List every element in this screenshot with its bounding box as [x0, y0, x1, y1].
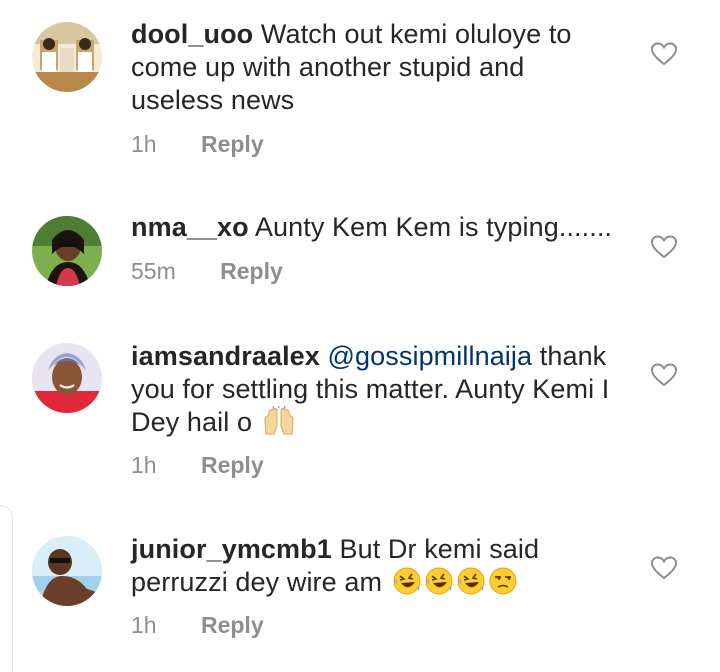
- comment-text: junior_ymcmb1 But Dr kemi said perruzzi …: [131, 533, 611, 604]
- comment-time: 1h: [131, 131, 157, 157]
- comment-time: 1h: [131, 612, 157, 638]
- comment-meta: 55m Reply: [131, 258, 283, 285]
- rolling-on-floor-laughing-emoji: [456, 566, 486, 604]
- heart-outline-icon[interactable]: [651, 42, 677, 66]
- avatar[interactable]: [32, 216, 102, 286]
- comment-text: nma__xo Aunty Kem Kem is typing.......: [131, 211, 613, 244]
- avatar[interactable]: [32, 536, 102, 606]
- comment-meta: 1h Reply: [131, 131, 264, 158]
- reply-button[interactable]: Reply: [201, 612, 264, 638]
- heart-outline-icon[interactable]: [651, 556, 677, 580]
- reply-button[interactable]: Reply: [220, 258, 283, 284]
- comment-username[interactable]: dool_uoo: [131, 19, 253, 49]
- comment-meta: 1h Reply: [131, 612, 264, 639]
- comment-meta: 1h Reply: [131, 452, 264, 479]
- avatar[interactable]: [32, 22, 102, 92]
- comment-time: 55m: [131, 258, 176, 284]
- rolling-on-floor-laughing-emoji: [424, 566, 454, 604]
- comment-text: iamsandraalex @gossipmillnaija thank you…: [131, 340, 611, 444]
- comment-time: 1h: [131, 452, 157, 478]
- raising-hands-emoji: [262, 405, 296, 444]
- unamused-face-emoji: [488, 566, 518, 604]
- avatar[interactable]: [32, 343, 102, 413]
- comment-username[interactable]: junior_ymcmb1: [131, 534, 332, 564]
- rolling-on-floor-laughing-emoji: [392, 566, 422, 604]
- reply-button[interactable]: Reply: [201, 131, 264, 157]
- heart-outline-icon[interactable]: [651, 235, 677, 259]
- comment-body: Aunty Kem Kem is typing.......: [254, 212, 613, 242]
- mention-link[interactable]: @gossipmillnaija: [328, 341, 533, 371]
- comment-username[interactable]: nma__xo: [131, 212, 249, 242]
- heart-outline-icon[interactable]: [651, 363, 677, 387]
- reply-button[interactable]: Reply: [201, 452, 264, 478]
- panel-edge: [0, 505, 13, 672]
- comment-username[interactable]: iamsandraalex: [131, 341, 320, 371]
- comment-text: dool_uoo Watch out kemi oluloye to come …: [131, 18, 611, 117]
